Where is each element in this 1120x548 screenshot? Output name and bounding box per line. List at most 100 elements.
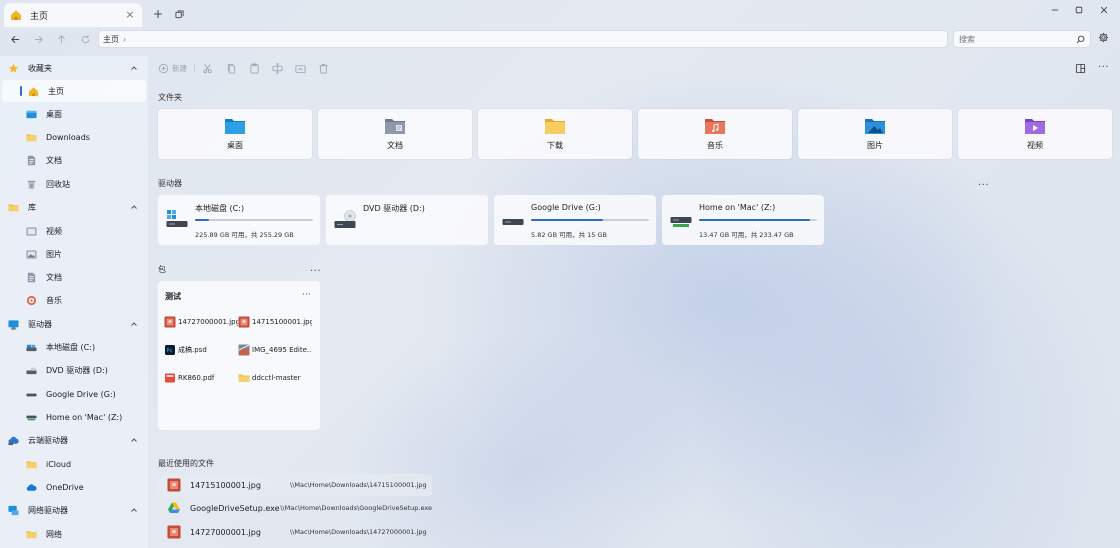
- share-button[interactable]: [295, 61, 306, 75]
- bundle-file[interactable]: 14715100001.jpg: [238, 316, 312, 328]
- paste-button[interactable]: [249, 61, 260, 75]
- more-options-button[interactable]: ···: [1098, 63, 1109, 73]
- bundles-more-button[interactable]: ···: [310, 267, 321, 277]
- copy-button[interactable]: [226, 61, 237, 75]
- cloud-icon: [8, 435, 19, 446]
- sidebar-group-cloud-drives[interactable]: 云端驱动器: [0, 429, 148, 451]
- chevron-up-icon[interactable]: [130, 203, 138, 211]
- section-title-drives: 驱动器: [158, 179, 182, 188]
- bundle-file[interactable]: IMG_4695 Edite...: [238, 344, 312, 356]
- preview-pane-button[interactable]: [1075, 61, 1086, 75]
- command-bar: 新建 ···: [150, 56, 1120, 80]
- bundle-file[interactable]: RK860.pdf: [164, 372, 238, 384]
- bundle-more-button[interactable]: ···: [302, 290, 311, 300]
- drive-card-dvd[interactable]: DVD 驱动器 (D:): [326, 195, 488, 245]
- sidebar-item-library-documents[interactable]: 文档: [0, 266, 148, 288]
- chevron-up-icon[interactable]: [130, 320, 138, 328]
- sidebar-item-documents[interactable]: 文档: [0, 149, 148, 171]
- new-button[interactable]: 新建: [158, 61, 187, 75]
- folder-card-pictures[interactable]: 图片: [798, 109, 952, 159]
- drive-card-google-drive[interactable]: Google Drive (G:) 5.82 GB 可用，共 15 GB: [494, 195, 656, 245]
- folder-card-desktop[interactable]: 桌面: [158, 109, 312, 159]
- tab-home[interactable]: 主页 ×: [4, 3, 142, 27]
- sidebar-group-network-drives[interactable]: 网络驱动器: [0, 499, 148, 521]
- maximize-button[interactable]: [1067, 3, 1091, 17]
- arrow-left-icon: [10, 34, 21, 45]
- chevron-up-icon[interactable]: [130, 64, 138, 72]
- new-tab-button[interactable]: +: [151, 7, 165, 21]
- network-drive-icon: [670, 209, 692, 231]
- drive-card-mac-home[interactable]: Home on 'Mac' (Z:) 13.47 GB 可用，共 233.47 …: [662, 195, 824, 245]
- folder-card-downloads[interactable]: 下载: [478, 109, 632, 159]
- breadcrumb-home[interactable]: 主页: [103, 34, 119, 45]
- sidebar-item-pictures[interactable]: 图片: [0, 243, 148, 265]
- title-bar: 主页 × +: [0, 0, 1120, 28]
- bundle-title[interactable]: 测试: [165, 291, 181, 302]
- image-file-icon: [238, 316, 250, 328]
- search-icon[interactable]: [1076, 35, 1085, 44]
- toolbar-divider: [194, 63, 195, 73]
- sidebar-item-label: 文档: [46, 155, 62, 165]
- settings-button[interactable]: [1098, 32, 1112, 46]
- drive-name: 本地磁盘 (C:): [195, 204, 245, 213]
- sidebar-item-label: DVD 驱动器 (D:): [46, 365, 108, 375]
- sidebar-group-drives[interactable]: 驱动器: [0, 313, 148, 335]
- chevron-up-icon[interactable]: [130, 436, 138, 444]
- sidebar-item-desktop[interactable]: 桌面: [0, 103, 148, 125]
- folder-card-documents[interactable]: 文档: [318, 109, 472, 159]
- cut-button[interactable]: [202, 61, 213, 75]
- sidebar-group-favorites[interactable]: 收藏夹: [0, 57, 148, 79]
- sidebar-item-downloads[interactable]: Downloads: [0, 126, 148, 148]
- chevron-up-icon[interactable]: [130, 506, 138, 514]
- bundle-card: 测试 ··· 14727000001.jpg 14715100001.jpg P…: [158, 281, 320, 430]
- sidebar-group-libraries[interactable]: 库: [0, 196, 148, 218]
- recycle-bin-icon: [26, 179, 37, 190]
- tab-overview-button[interactable]: [172, 7, 186, 21]
- recent-file-row[interactable]: 14727000001.jpg \\Mac\Home\Downloads\147…: [158, 521, 432, 543]
- search-box[interactable]: [953, 30, 1091, 48]
- desktop-folder-icon: [224, 117, 246, 135]
- bundle-file-name: 14727000001.jpg: [178, 318, 238, 326]
- rename-button[interactable]: [272, 61, 283, 75]
- recent-file-name: GoogleDriveSetup.exe: [190, 503, 280, 513]
- recent-file-row[interactable]: GoogleDriveSetup.exe \\Mac\Home\Download…: [158, 497, 432, 519]
- sidebar-item-dvd-drive[interactable]: DVD 驱动器 (D:): [0, 359, 148, 381]
- search-input[interactable]: [959, 34, 1076, 44]
- sidebar-item-recycle-bin[interactable]: 回收站: [0, 173, 148, 195]
- new-button-label: 新建: [172, 63, 187, 73]
- rename-icon: [272, 63, 283, 74]
- sidebar-item-onedrive[interactable]: OneDrive: [0, 476, 148, 498]
- drive-usage-bar: [195, 219, 313, 221]
- address-bar[interactable]: 主页 ›: [98, 30, 948, 48]
- refresh-button[interactable]: [77, 31, 93, 47]
- bundle-file[interactable]: Ps 成稿.psd: [164, 344, 238, 356]
- folder-icon: [26, 132, 37, 143]
- sidebar-item-videos[interactable]: 视频: [0, 220, 148, 242]
- close-tab-button[interactable]: ×: [124, 9, 136, 21]
- sidebar-item-icloud[interactable]: iCloud: [0, 453, 148, 475]
- sidebar-item-drive-c[interactable]: 本地磁盘 (C:): [0, 336, 148, 358]
- folder-card-videos[interactable]: 视频: [958, 109, 1112, 159]
- recent-file-row[interactable]: 14715100001.jpg \\Mac\Home\Downloads\147…: [158, 474, 432, 496]
- delete-button[interactable]: [318, 61, 329, 75]
- folder-label: 桌面: [227, 141, 243, 150]
- sidebar-item-music[interactable]: 音乐: [0, 289, 148, 311]
- bundle-file[interactable]: ddcctl-master: [238, 372, 312, 384]
- google-drive-icon: [167, 501, 181, 515]
- sidebar-item-network[interactable]: 网络: [0, 523, 148, 545]
- bundle-file[interactable]: 14727000001.jpg: [164, 316, 238, 328]
- sidebar-item-home[interactable]: 主页: [2, 80, 146, 102]
- close-window-button[interactable]: [1092, 3, 1116, 17]
- up-button[interactable]: [53, 31, 69, 47]
- folder-card-music[interactable]: 音乐: [638, 109, 792, 159]
- navigation-bar: 主页 ›: [0, 28, 1120, 50]
- drive-card-c[interactable]: 本地磁盘 (C:) 225.89 GB 可用，共 255.29 GB: [158, 195, 320, 245]
- drives-more-button[interactable]: ···: [978, 181, 989, 191]
- section-title-folders: 文件夹: [158, 93, 182, 102]
- sidebar-item-google-drive[interactable]: Google Drive (G:): [0, 383, 148, 405]
- forward-button[interactable]: [30, 31, 46, 47]
- back-button[interactable]: [7, 31, 23, 47]
- sidebar-item-mac-home[interactable]: Home on 'Mac' (Z:): [0, 406, 148, 428]
- videos-folder-icon: [1024, 117, 1046, 135]
- minimize-button[interactable]: [1043, 3, 1067, 17]
